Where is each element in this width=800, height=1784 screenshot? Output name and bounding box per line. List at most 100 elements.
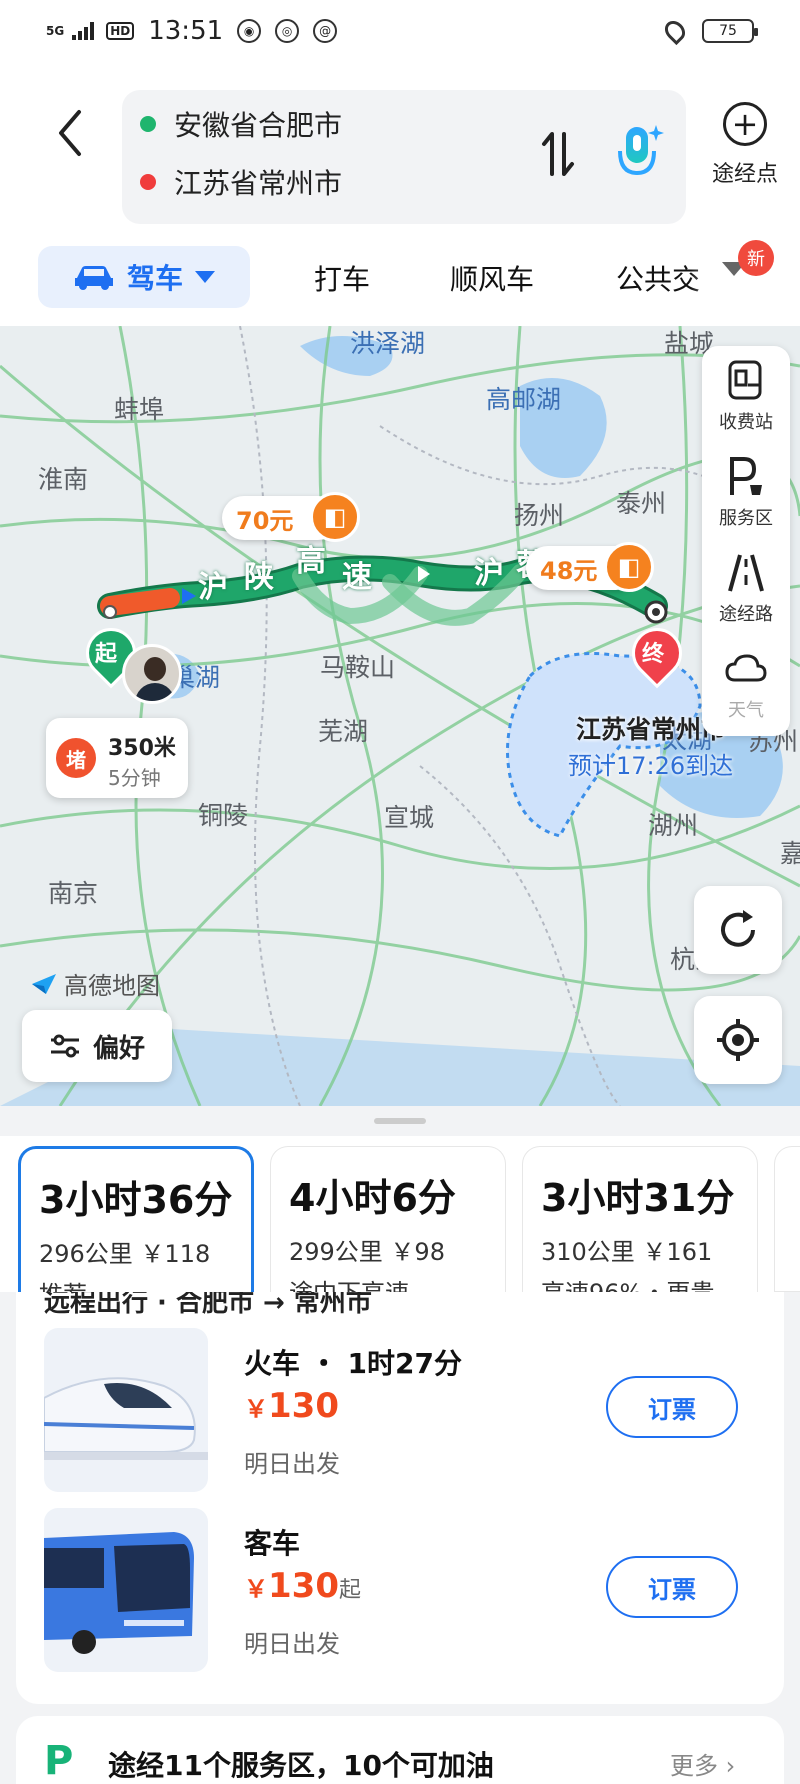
weather-tool[interactable]: 天气 xyxy=(702,638,790,734)
service-area-text: 途经11个服务区，10个可加油 xyxy=(108,1749,494,1782)
battery-icon: 75 xyxy=(702,19,758,43)
drag-handle[interactable] xyxy=(374,1118,426,1124)
start-marker-label: 起 xyxy=(95,642,118,667)
waypoint-label: 途经点 xyxy=(711,162,778,187)
road-label: 沪 xyxy=(198,570,228,605)
amap-logo-icon xyxy=(32,973,56,994)
destination-field[interactable]: 江苏省常州市 xyxy=(140,162,342,202)
city-label: 泰州 xyxy=(616,489,667,518)
jam-icon: 堵 xyxy=(56,738,96,778)
service-area-tool[interactable]: 服务区 xyxy=(702,446,790,542)
clock: 13:51 xyxy=(148,16,224,46)
travel-mode-tabs: 驾车 打车 顺风车 公共交 新 xyxy=(0,240,800,316)
route-road-tool[interactable]: 途经路 xyxy=(702,542,790,638)
tool-label: 收费站 xyxy=(719,412,773,433)
transport-name: 客车 xyxy=(244,1527,301,1560)
signal-icon xyxy=(72,22,95,40)
plus-circle-icon: + xyxy=(723,102,767,146)
city-label: 扬州 xyxy=(514,501,565,530)
city-label: 洪泽湖 xyxy=(350,329,426,358)
add-waypoint-button[interactable]: + 途经点 xyxy=(700,96,790,206)
mail-icon: @ xyxy=(313,19,338,43)
road-label: 沪 xyxy=(474,556,504,591)
book-ticket-button[interactable]: 订票 xyxy=(606,1376,738,1438)
long-distance-card: 远程出行 · 合肥市 → 常州市 火车 ・ 1时27分 ￥130 明日出发 订票 xyxy=(16,1292,784,1704)
route-duration: 4小时6分 xyxy=(289,1176,456,1220)
route-map[interactable]: 洪泽湖 盐城 蚌埠 高邮湖 淮南 扬州 泰州 马鞍山 芜湖 太湖 苏州 铜陵 宣… xyxy=(0,326,800,1106)
swap-route-button[interactable] xyxy=(534,124,582,184)
amap-logo: 高德地图 xyxy=(30,966,160,1001)
hd-icon: HD xyxy=(106,22,135,40)
route-sheet: 3小时36分 296公里 ￥118 推荐 4小时6分 299公里 ￥98 途中下… xyxy=(0,1106,800,1784)
tab-drive[interactable]: 驾车 xyxy=(38,246,250,308)
road-label: 速 xyxy=(342,560,372,595)
eta-label: 预计17:26到达 xyxy=(568,752,734,780)
city-label: 淮南 xyxy=(38,465,89,494)
route-duration: 3小时36分 xyxy=(39,1178,233,1222)
road-label: 陕 xyxy=(244,560,274,595)
tool-label: 途经路 xyxy=(719,604,773,625)
parking-cup-icon xyxy=(724,454,768,498)
tab-drive-label: 驾车 xyxy=(126,262,183,295)
transport-depart: 明日出发 xyxy=(244,1450,340,1478)
route-option[interactable] xyxy=(774,1146,800,1292)
parking-icon: P xyxy=(44,1738,74,1784)
traffic-jam-card[interactable]: 堵 350米 5分钟 xyxy=(46,718,188,798)
tab-taxi[interactable]: 打车 xyxy=(314,258,370,298)
back-button[interactable] xyxy=(48,98,92,168)
microphone-icon xyxy=(618,125,664,176)
city-label: 蚌埠 xyxy=(114,395,165,424)
service-area-summary[interactable]: P 途经11个服务区，10个可加油 更多 › xyxy=(16,1716,784,1784)
train-option[interactable]: 火车 ・ 1时27分 ￥130 明日出发 订票 xyxy=(44,1328,756,1492)
route-options: 3小时36分 296公里 ￥118 推荐 4小时6分 299公里 ￥98 途中下… xyxy=(0,1136,800,1309)
city-label: 南京 xyxy=(48,879,99,908)
status-bar: 5G HD 13:51 ◉ ◎ @ 75 xyxy=(0,0,800,62)
road-icon xyxy=(724,550,768,594)
cloud-icon xyxy=(724,646,768,690)
swap-icon xyxy=(542,132,574,176)
crosshair-icon xyxy=(717,1019,759,1061)
refresh-button[interactable] xyxy=(694,886,782,974)
destination-dot-icon xyxy=(140,174,156,190)
wechat-icon: ◉ xyxy=(237,19,262,43)
more-link[interactable]: 更多 › xyxy=(670,1746,735,1781)
jam-distance: 350米 xyxy=(108,736,176,761)
city-label: 马鞍山 xyxy=(320,653,396,682)
city-label: 宣城 xyxy=(384,803,435,832)
book-ticket-button[interactable]: 订票 xyxy=(606,1556,738,1618)
end-marker-label: 终 xyxy=(642,642,665,667)
origin-field[interactable]: 安徽省合肥市 xyxy=(140,104,342,144)
toll-price: 48元 xyxy=(540,556,598,585)
route-option[interactable]: 3小时31分 310公里 ￥161 高速96%・更贵 xyxy=(522,1146,758,1307)
city-label: 铜陵 xyxy=(198,801,249,830)
jam-time: 5分钟 xyxy=(108,766,161,790)
logo-text: 高德地图 xyxy=(64,972,160,1000)
route-option[interactable]: 3小时36分 296公里 ￥118 推荐 xyxy=(18,1146,254,1309)
chevron-left-icon xyxy=(59,110,81,156)
refresh-icon xyxy=(721,910,755,947)
locate-button[interactable] xyxy=(694,996,782,1084)
new-badge: 新 xyxy=(738,240,774,276)
preference-button[interactable]: 偏好 xyxy=(22,1010,172,1082)
origin-dot-icon xyxy=(140,116,156,132)
toll-station-tool[interactable]: 收费站 xyxy=(702,350,790,446)
city-label: 高邮湖 xyxy=(486,385,562,414)
long-distance-title: 远程出行 · 合肥市 → 常州市 xyxy=(44,1292,372,1318)
transport-price: ￥130 xyxy=(244,1386,339,1426)
toll-station-icon[interactable]: ◧ xyxy=(604,542,654,592)
route-option[interactable]: 4小时6分 299公里 ￥98 途中下高速 xyxy=(270,1146,506,1307)
chevron-down-icon xyxy=(195,271,215,283)
route-meta: 296公里 ￥118 xyxy=(39,1240,211,1268)
route-header: 安徽省合肥市 江苏省常州市 + 途经点 xyxy=(0,78,800,228)
voice-input-button[interactable] xyxy=(608,118,668,188)
preference-label: 偏好 xyxy=(92,1033,145,1064)
route-meta: 310公里 ￥161 xyxy=(541,1238,713,1266)
transport-depart: 明日出发 xyxy=(244,1630,340,1658)
bus-option[interactable]: 客车 ￥130起 明日出发 订票 xyxy=(44,1508,756,1672)
destination-text: 江苏省常州市 xyxy=(174,167,343,200)
sliders-icon xyxy=(50,1034,79,1058)
toll-station-icon[interactable]: ◧ xyxy=(310,492,360,542)
transport-name: 火车 ・ 1时27分 xyxy=(244,1347,462,1380)
tab-transit[interactable]: 公共交 xyxy=(616,258,700,298)
tab-carpool[interactable]: 顺风车 xyxy=(450,258,534,298)
